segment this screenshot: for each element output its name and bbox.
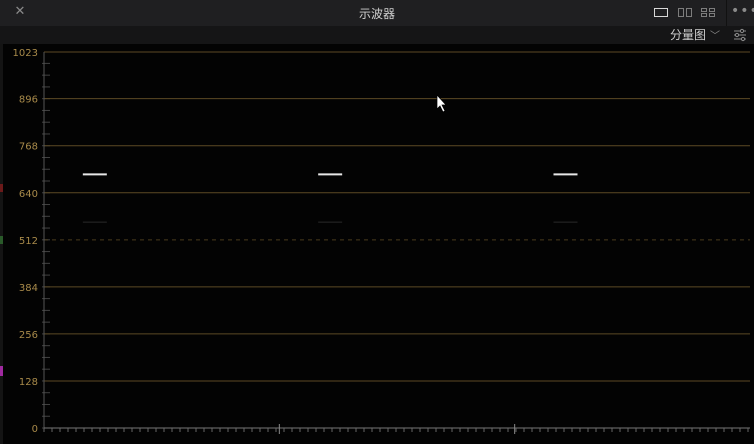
axis-label: 768 xyxy=(19,142,38,153)
axis-label: 0 xyxy=(32,424,38,435)
axis-label: 1023 xyxy=(13,48,38,59)
axis-label: 896 xyxy=(19,95,38,106)
mouse-cursor-icon xyxy=(436,94,447,113)
axis-label: 384 xyxy=(19,283,38,294)
axis-label: 640 xyxy=(19,189,38,200)
axis-label: 128 xyxy=(19,377,38,388)
axis-label: 256 xyxy=(19,330,38,341)
waveform-graph: 1023 896 768 640 512 384 256 128 0 xyxy=(13,48,750,435)
axis-label: 512 xyxy=(19,236,38,247)
